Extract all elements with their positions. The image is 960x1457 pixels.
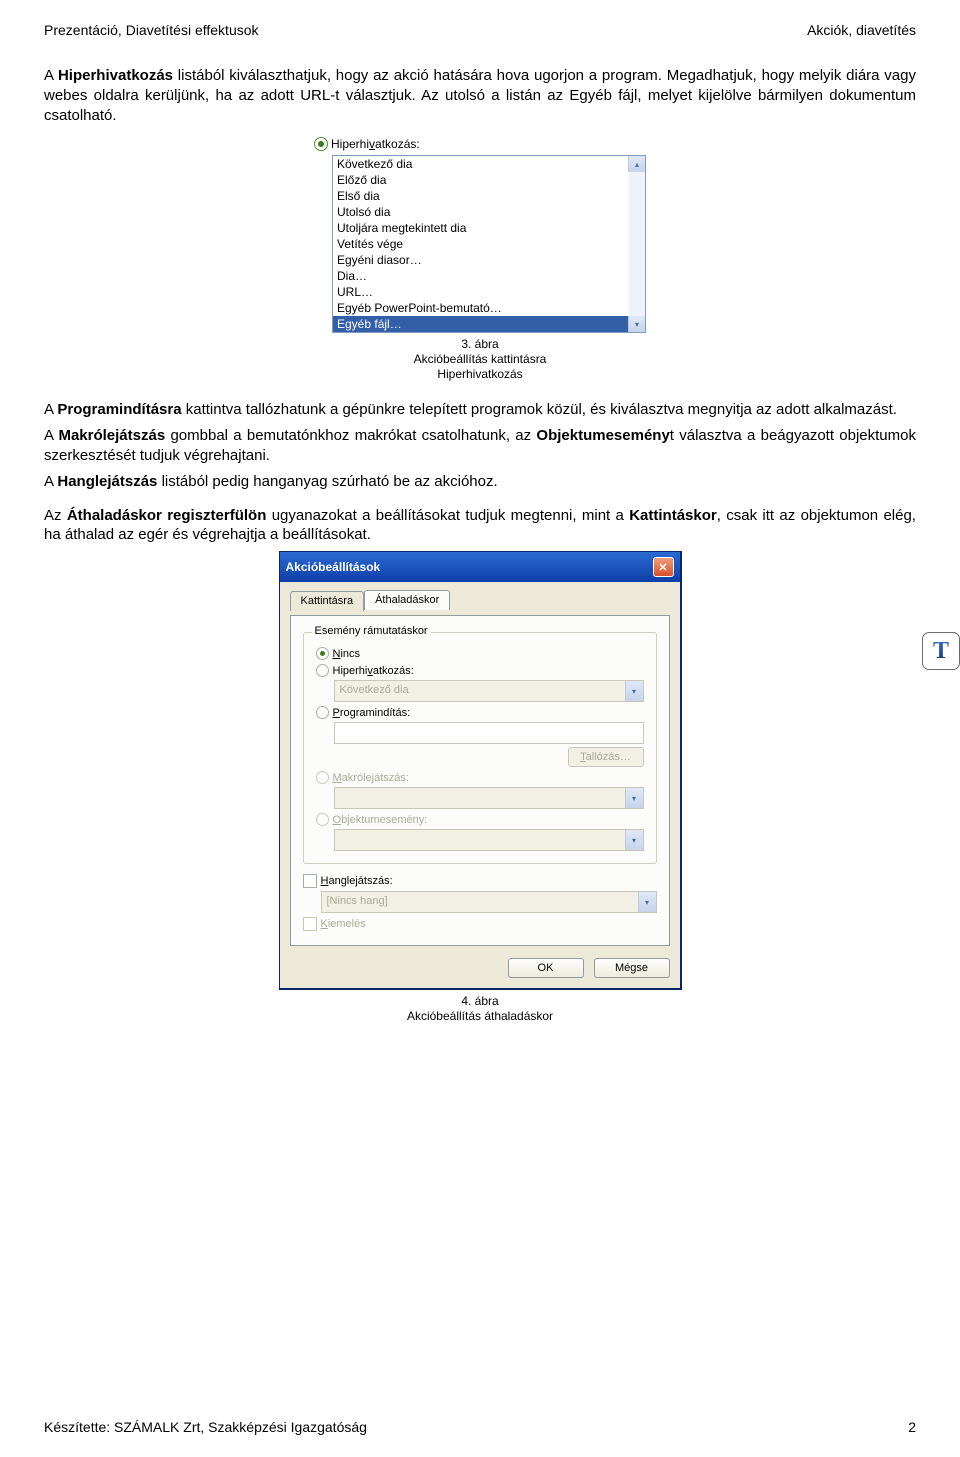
option-none[interactable]: Nincs <box>316 647 644 660</box>
list-item[interactable]: Egyéb PowerPoint-bemutató… <box>333 300 629 316</box>
dialog-tabs: Kattintásra Áthaladáskor <box>290 590 670 610</box>
radio-icon <box>316 664 329 677</box>
combo-hyperlink[interactable]: Következő dia ▾ <box>334 680 644 702</box>
option-hyperlink[interactable]: Hiperhivatkozás: <box>316 664 644 677</box>
paragraph-3: A Makrólejátszás gombbal a bemutatónkhoz… <box>44 426 916 466</box>
footer-page-number: 2 <box>908 1419 916 1435</box>
input-program-path[interactable] <box>334 722 644 744</box>
paragraph-4: A Hanglejátszás listából pedig hanganyag… <box>44 472 916 492</box>
list-item[interactable]: URL… <box>333 284 629 300</box>
combo-macro: ▾ <box>334 787 644 809</box>
scroll-up-icon[interactable]: ▴ <box>628 156 645 172</box>
list-item[interactable]: Utolsó dia <box>333 204 629 220</box>
ok-button[interactable]: OK <box>508 958 584 978</box>
list-item[interactable]: Utoljára megtekintett dia <box>333 220 629 236</box>
header-right: Akciók, diavetítés <box>807 22 916 38</box>
hyperlink-radio-row[interactable]: Hiperhivatkozás: <box>314 137 646 151</box>
checkbox-sound-play[interactable]: Hanglejátszás: <box>303 874 657 888</box>
checkbox-icon <box>303 874 317 888</box>
hyperlink-listbox[interactable]: ▴ ▾ Következő dia Előző dia Első dia Uto… <box>332 155 646 333</box>
screenshot-hyperlink-list: Hiperhivatkozás: ▴ ▾ Következő dia Előző… <box>44 137 916 333</box>
scrollbar-track[interactable] <box>629 172 645 316</box>
option-macro-play: Makrólejátszás: <box>316 771 644 784</box>
dialog-title: Akcióbeállítások <box>286 560 381 574</box>
chevron-down-icon: ▾ <box>625 788 643 808</box>
page-header: Prezentáció, Diavetítési effektusok Akci… <box>44 22 916 38</box>
checkbox-highlight: Kiemelés <box>303 917 657 931</box>
dialog-titlebar: Akcióbeállítások ✕ <box>280 552 680 582</box>
chevron-down-icon: ▾ <box>625 681 643 701</box>
caption-figure-4: 4. ábra Akcióbeállítás áthaladáskor <box>44 994 916 1024</box>
chevron-down-icon: ▾ <box>625 830 643 850</box>
scroll-down-icon[interactable]: ▾ <box>628 316 645 332</box>
list-item[interactable]: Következő dia <box>333 156 629 172</box>
footer-left: Készítette: SZÁMALK Zrt, Szakképzési Iga… <box>44 1419 367 1435</box>
combo-object-event: ▾ <box>334 829 644 851</box>
tab-kattintasra[interactable]: Kattintásra <box>290 591 365 611</box>
paragraph-2: A Programindításra kattintva tallózhatun… <box>44 400 916 420</box>
close-icon[interactable]: ✕ <box>653 557 674 577</box>
option-program-run[interactable]: Programindítás: <box>316 706 644 719</box>
caption-figure-3: 3. ábra Akcióbeállítás kattintásra Hiper… <box>44 337 916 382</box>
screenshot-action-settings-dialog: Akcióbeállítások ✕ Kattintásra Áthaladás… <box>44 551 916 990</box>
chevron-down-icon: ▾ <box>638 892 656 912</box>
group-label: Esemény rámutatáskor <box>312 625 431 637</box>
tab-athaladaskor[interactable]: Áthaladáskor <box>364 590 450 610</box>
radio-selected-icon <box>316 647 329 660</box>
list-item[interactable]: Vetítés vége <box>333 236 629 252</box>
paragraph-1: A Hiperhivatkozás listából kiválaszthatj… <box>44 66 916 125</box>
radio-selected-icon <box>314 137 328 151</box>
hyperlink-radio-label: Hiperhivatkozás: <box>331 137 420 151</box>
list-item[interactable]: Előző dia <box>333 172 629 188</box>
radio-disabled-icon <box>316 813 329 826</box>
radio-icon <box>316 706 329 719</box>
list-item-selected[interactable]: Egyéb fájl… <box>333 316 629 332</box>
list-item[interactable]: Első dia <box>333 188 629 204</box>
paragraph-5: Az Áthaladáskor regiszterfülön ugyanazok… <box>44 506 916 546</box>
combo-sound[interactable]: [Nincs hang] ▾ <box>321 891 657 913</box>
list-item[interactable]: Dia… <box>333 268 629 284</box>
cancel-button[interactable]: Mégse <box>594 958 670 978</box>
badge-logo: T <box>922 632 960 670</box>
option-object-event: Objektumesemény: <box>316 813 644 826</box>
tab-panel: Esemény rámutatáskor Nincs Hiperhivatkoz… <box>290 615 670 946</box>
checkbox-disabled-icon <box>303 917 317 931</box>
browse-button[interactable]: Tallózás… <box>568 747 644 767</box>
radio-disabled-icon <box>316 771 329 784</box>
page-footer: Készítette: SZÁMALK Zrt, Szakképzési Iga… <box>44 1419 916 1435</box>
header-left: Prezentáció, Diavetítési effektusok <box>44 22 259 38</box>
dialog-window: Akcióbeállítások ✕ Kattintásra Áthaladás… <box>279 551 682 990</box>
group-event-on-mouseover: Esemény rámutatáskor Nincs Hiperhivatkoz… <box>303 632 657 864</box>
list-item[interactable]: Egyéni diasor… <box>333 252 629 268</box>
